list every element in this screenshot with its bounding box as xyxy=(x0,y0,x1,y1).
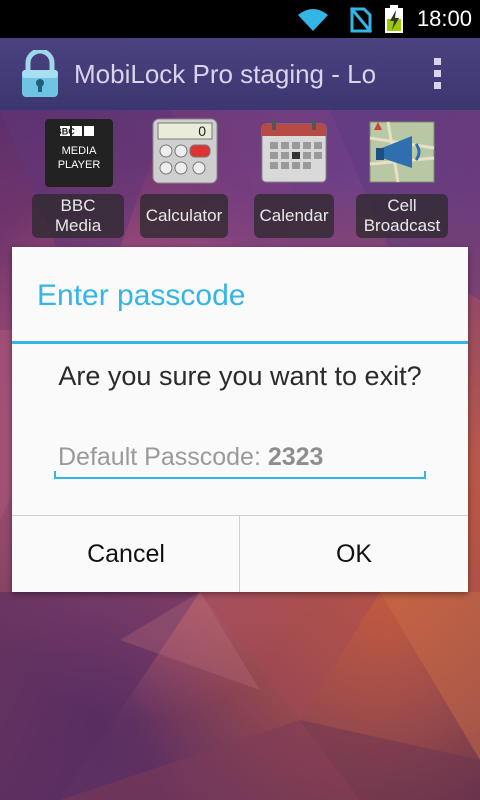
passcode-underline-right-tick xyxy=(424,471,426,479)
dialog-title: Enter passcode xyxy=(37,279,246,312)
cancel-button[interactable]: Cancel xyxy=(12,516,240,592)
dialog-title-divider xyxy=(12,341,468,344)
screen: 18:00 MobiLock Pro staging - Lo BBC MEDI… xyxy=(0,0,480,800)
passcode-input[interactable] xyxy=(54,442,434,478)
passcode-dialog: Enter passcode Are you sure you want to … xyxy=(12,247,468,592)
ok-button[interactable]: OK xyxy=(240,516,468,592)
passcode-underline xyxy=(54,477,426,479)
dialog-message: Are you sure you want to exit? xyxy=(58,361,422,391)
passcode-underline-left-tick xyxy=(54,471,56,479)
